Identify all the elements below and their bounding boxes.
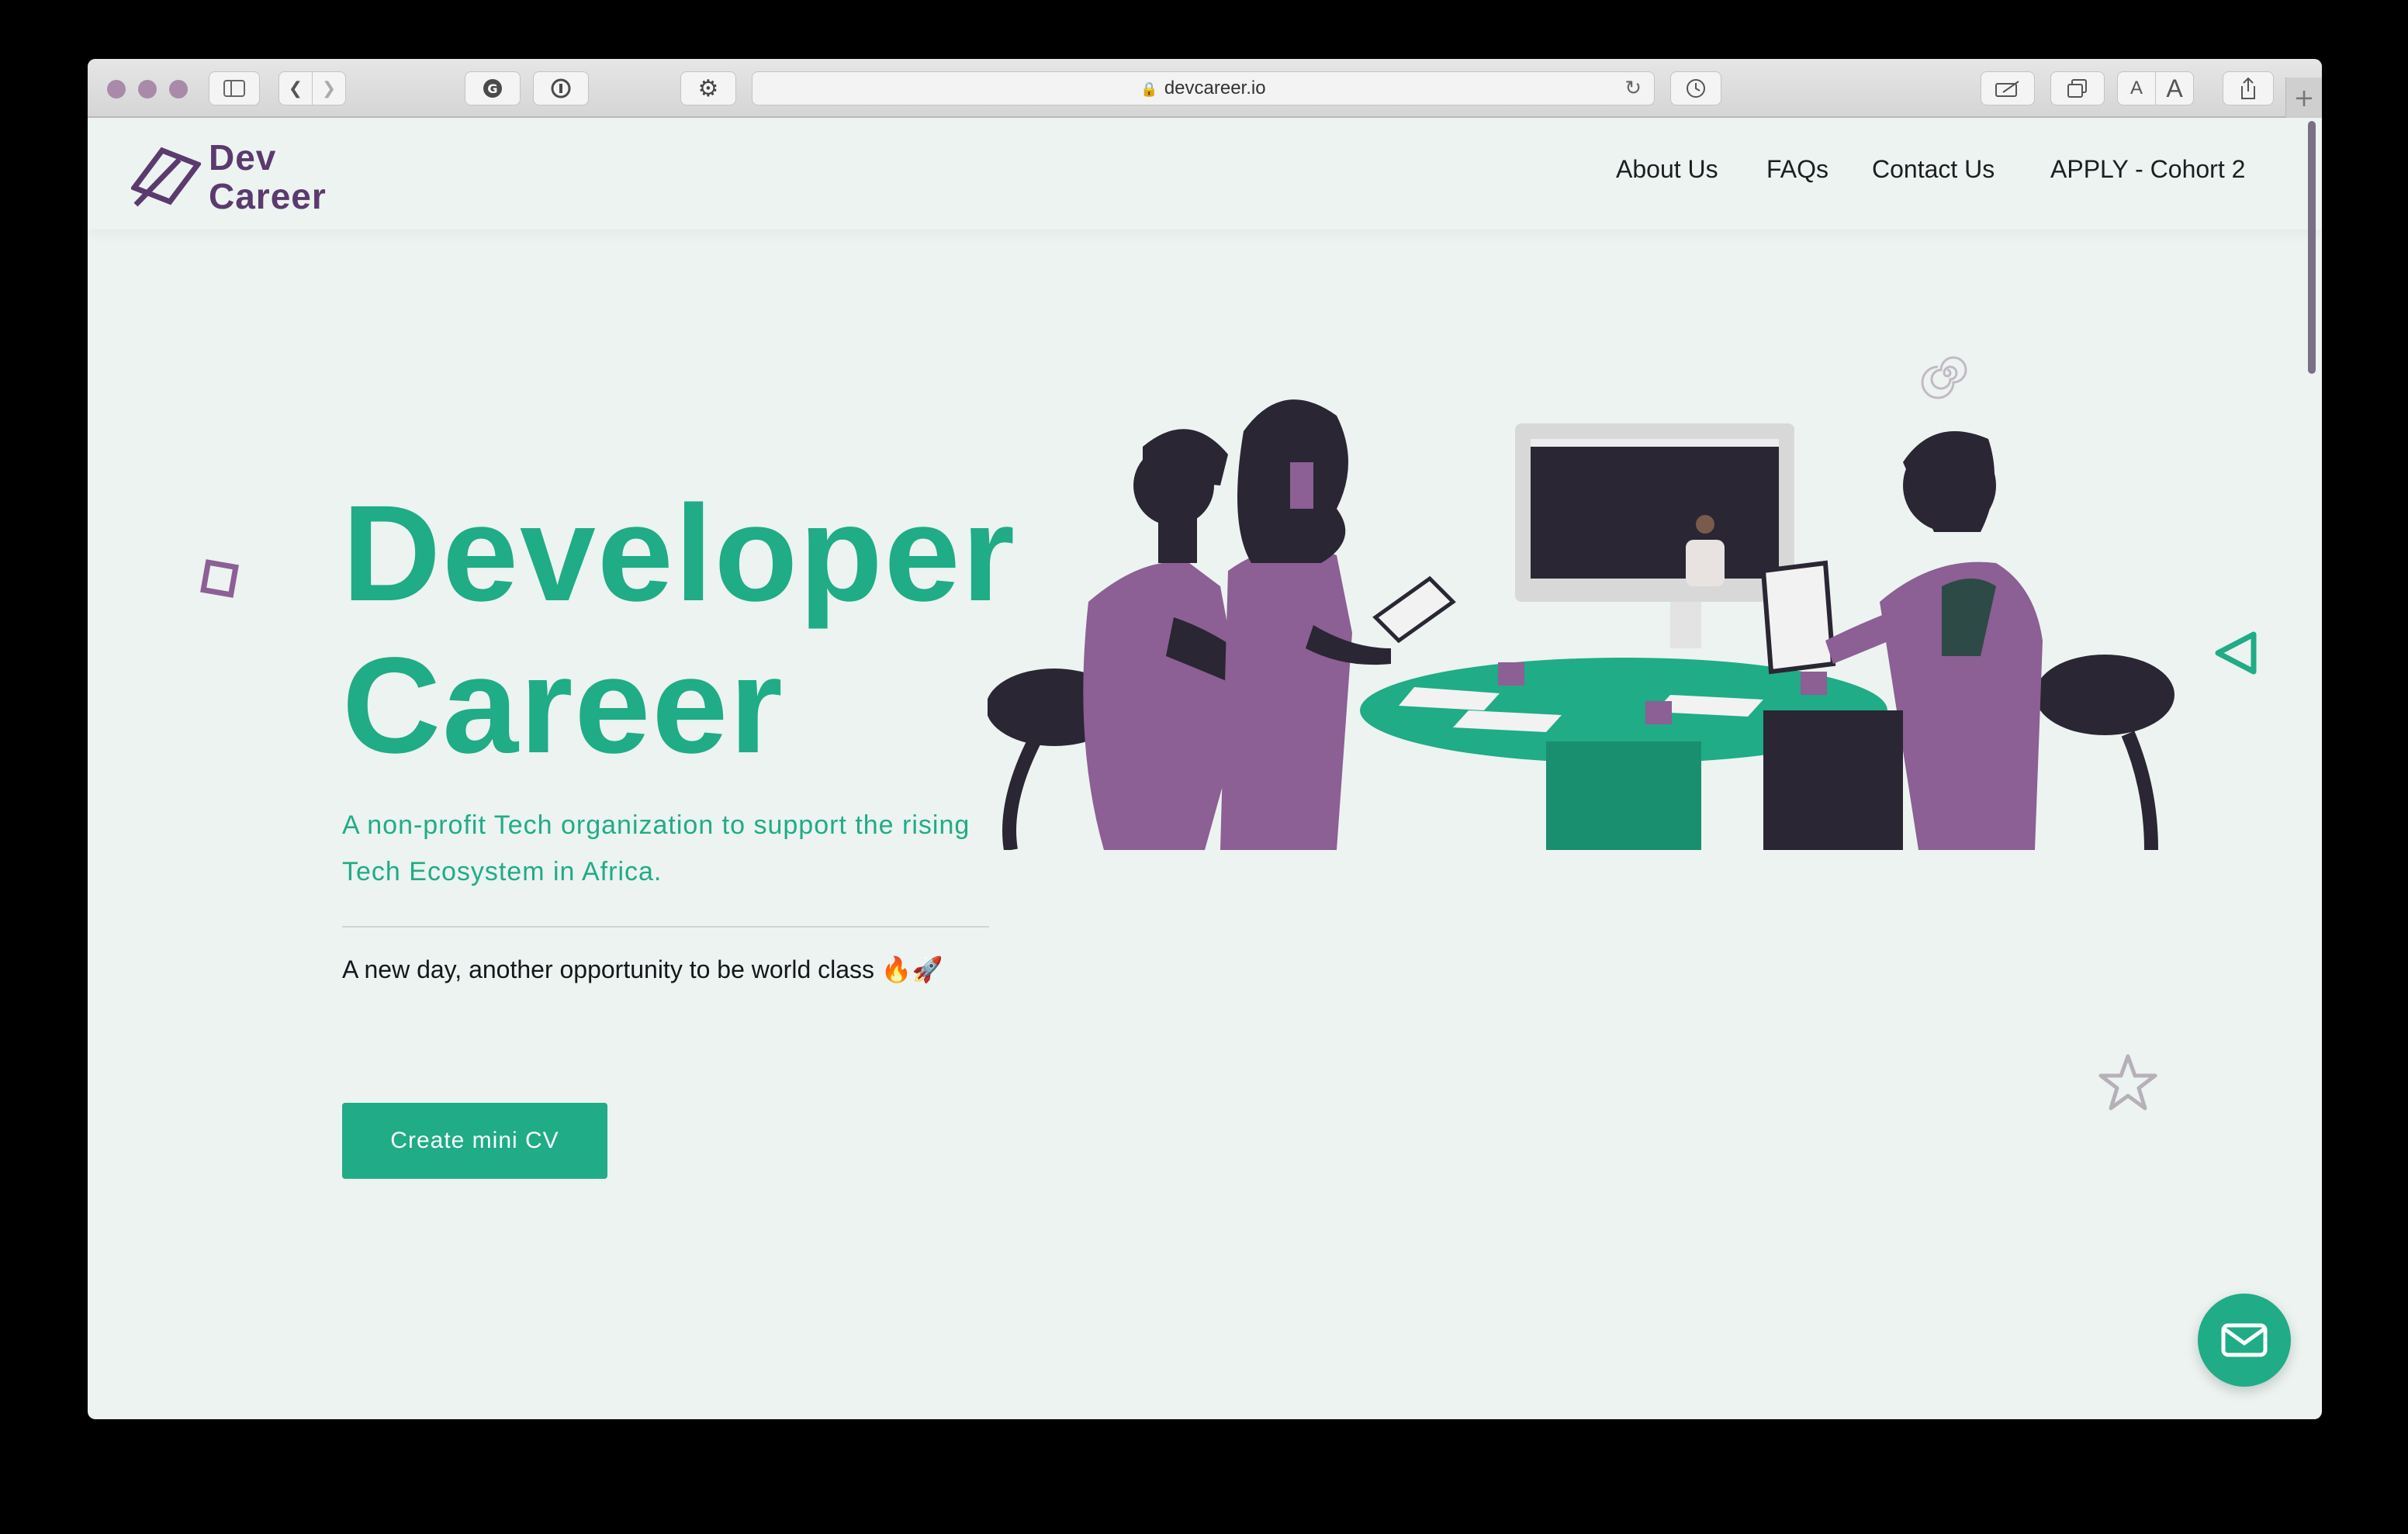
svg-text:G: G <box>487 81 497 96</box>
hero-title: Developer Career <box>342 478 1017 782</box>
hero-tagline: A new day, another opportunity to be wor… <box>342 955 943 983</box>
hero-subtitle: A non-profit Tech organization to suppor… <box>342 810 970 886</box>
forward-button[interactable]: ❯ <box>312 71 346 105</box>
new-tab-button[interactable]: + <box>2285 78 2322 118</box>
sidebar-icon <box>223 80 245 97</box>
markup-button[interactable] <box>1981 71 2035 105</box>
create-mini-cv-button[interactable]: Create mini CV <box>342 1103 607 1179</box>
grammarly-extension-button[interactable]: G <box>465 71 521 105</box>
star-decoration-icon <box>2098 1054 2157 1111</box>
envelope-icon <box>2221 1323 2268 1357</box>
address-bar[interactable]: 🔒 devcareer.io ↻ <box>752 71 1655 105</box>
history-button[interactable] <box>1670 71 1721 105</box>
text-larger-button[interactable]: A <box>2155 71 2194 105</box>
grammarly-icon: G <box>483 79 502 98</box>
site-logo-text[interactable]: Dev Career <box>209 138 327 216</box>
zoom-window-button[interactable] <box>169 80 188 98</box>
share-icon <box>2241 77 2255 99</box>
chevron-right-icon: ❯ <box>321 78 337 98</box>
page-scrollbar[interactable] <box>2308 121 2316 374</box>
clock-icon <box>1687 79 1705 98</box>
url-display[interactable]: 🔒 devcareer.io <box>752 72 1654 105</box>
tabs-icon <box>2067 79 2087 98</box>
close-window-button[interactable] <box>107 80 126 98</box>
tab-overview-button[interactable] <box>2050 71 2105 105</box>
site-header: Dev Career About Us FAQs Contact Us APPL… <box>88 118 2322 230</box>
nav-about-us[interactable]: About Us <box>1616 155 1718 184</box>
chevron-left-icon: ❮ <box>288 78 303 98</box>
devcareer-logo-icon[interactable] <box>131 144 201 208</box>
gear-icon: ⚙ <box>697 74 719 102</box>
settings-extension-button[interactable]: ⚙ <box>680 71 736 105</box>
share-button[interactable] <box>2223 71 2274 105</box>
back-button[interactable]: ❮ <box>279 71 313 105</box>
password-manager-button[interactable] <box>533 71 589 105</box>
sidebar-toggle-button[interactable] <box>209 71 260 105</box>
browser-toolbar: ❮ ❯ G ⚙ 🔒 devcareer.io ↻ A A + <box>88 59 2322 118</box>
nav-apply-cohort[interactable]: APPLY - Cohort 2 <box>2050 155 2245 184</box>
browser-window: ❮ ❯ G ⚙ 🔒 devcareer.io ↻ A A + Dev Caree… <box>88 59 2322 1419</box>
nav-contact-us[interactable]: Contact Us <box>1872 155 1995 184</box>
nav-faqs[interactable]: FAQs <box>1766 155 1828 184</box>
pen-icon <box>1995 81 2019 97</box>
square-decoration-icon <box>200 559 239 598</box>
text-smaller-button[interactable]: A <box>2117 71 2156 105</box>
minimize-window-button[interactable] <box>138 80 157 98</box>
lock-icon: 🔒 <box>1140 81 1158 97</box>
team-meeting-illustration <box>988 399 2174 850</box>
reload-icon[interactable]: ↻ <box>1624 72 1642 105</box>
plus-icon: + <box>2293 83 2315 112</box>
password-manager-icon <box>551 78 571 98</box>
hero-divider <box>342 926 989 928</box>
contact-mail-button[interactable] <box>2198 1294 2291 1387</box>
triangle-decoration-icon <box>2215 631 2257 675</box>
